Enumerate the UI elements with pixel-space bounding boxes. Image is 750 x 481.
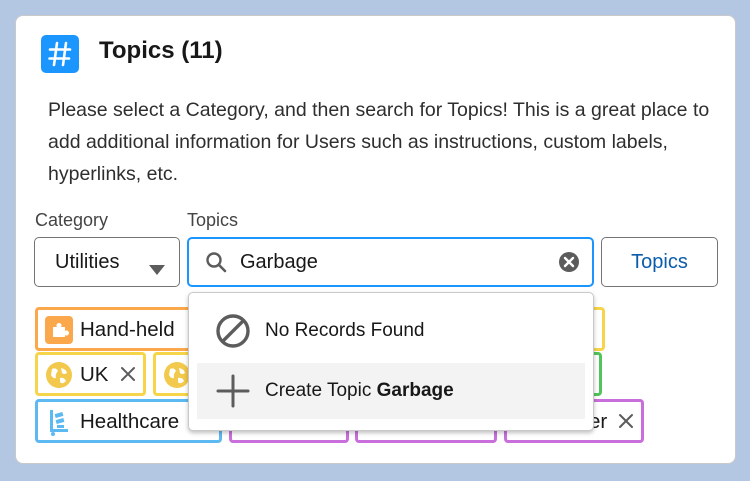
create-topic-option[interactable]: Create Topic Garbage (197, 363, 585, 419)
topics-card: Topics (11) Please select a Category, an… (15, 15, 736, 464)
create-topic-term: Garbage (376, 380, 454, 401)
search-icon (205, 251, 227, 279)
topics-search-dropdown: No Records Found Create Topic Garbage (188, 292, 594, 431)
topic-pill-hand-held[interactable]: Hand-held (35, 307, 205, 351)
ban-icon (215, 313, 251, 355)
clear-icon[interactable] (558, 251, 580, 279)
topic-pill-label: Hand-held (80, 318, 175, 341)
card-description: Please select a Category, and then searc… (48, 99, 710, 185)
category-select-value: Utilities (55, 250, 120, 273)
search-value: Garbage (240, 251, 318, 273)
globe-icon (44, 360, 74, 396)
category-select[interactable]: Utilities (34, 237, 180, 287)
remove-icon[interactable] (119, 365, 137, 389)
topics-label: Topics (187, 210, 239, 230)
dolly-icon (44, 407, 74, 443)
chevron-down-icon (149, 258, 165, 281)
topics-search-input[interactable]: Garbage (187, 237, 594, 287)
no-records-text: No Records Found (265, 320, 425, 341)
topics-button[interactable]: Topics (601, 237, 718, 287)
create-topic-prefix: Create Topic (265, 380, 377, 401)
card-title: Topics (11) (99, 37, 223, 64)
topic-pill-uk[interactable]: UK (35, 352, 146, 396)
category-label: Category (35, 210, 109, 230)
puzzle-icon (44, 315, 74, 351)
remove-icon[interactable] (617, 412, 635, 436)
add-icon (215, 373, 251, 415)
hashtag-icon (41, 35, 79, 73)
topic-pill-label: Healthcare (80, 410, 180, 433)
no-records-option: No Records Found (197, 303, 585, 359)
create-topic-text: Create Topic Garbage (265, 380, 454, 402)
topic-pill-label: UK (80, 363, 109, 386)
